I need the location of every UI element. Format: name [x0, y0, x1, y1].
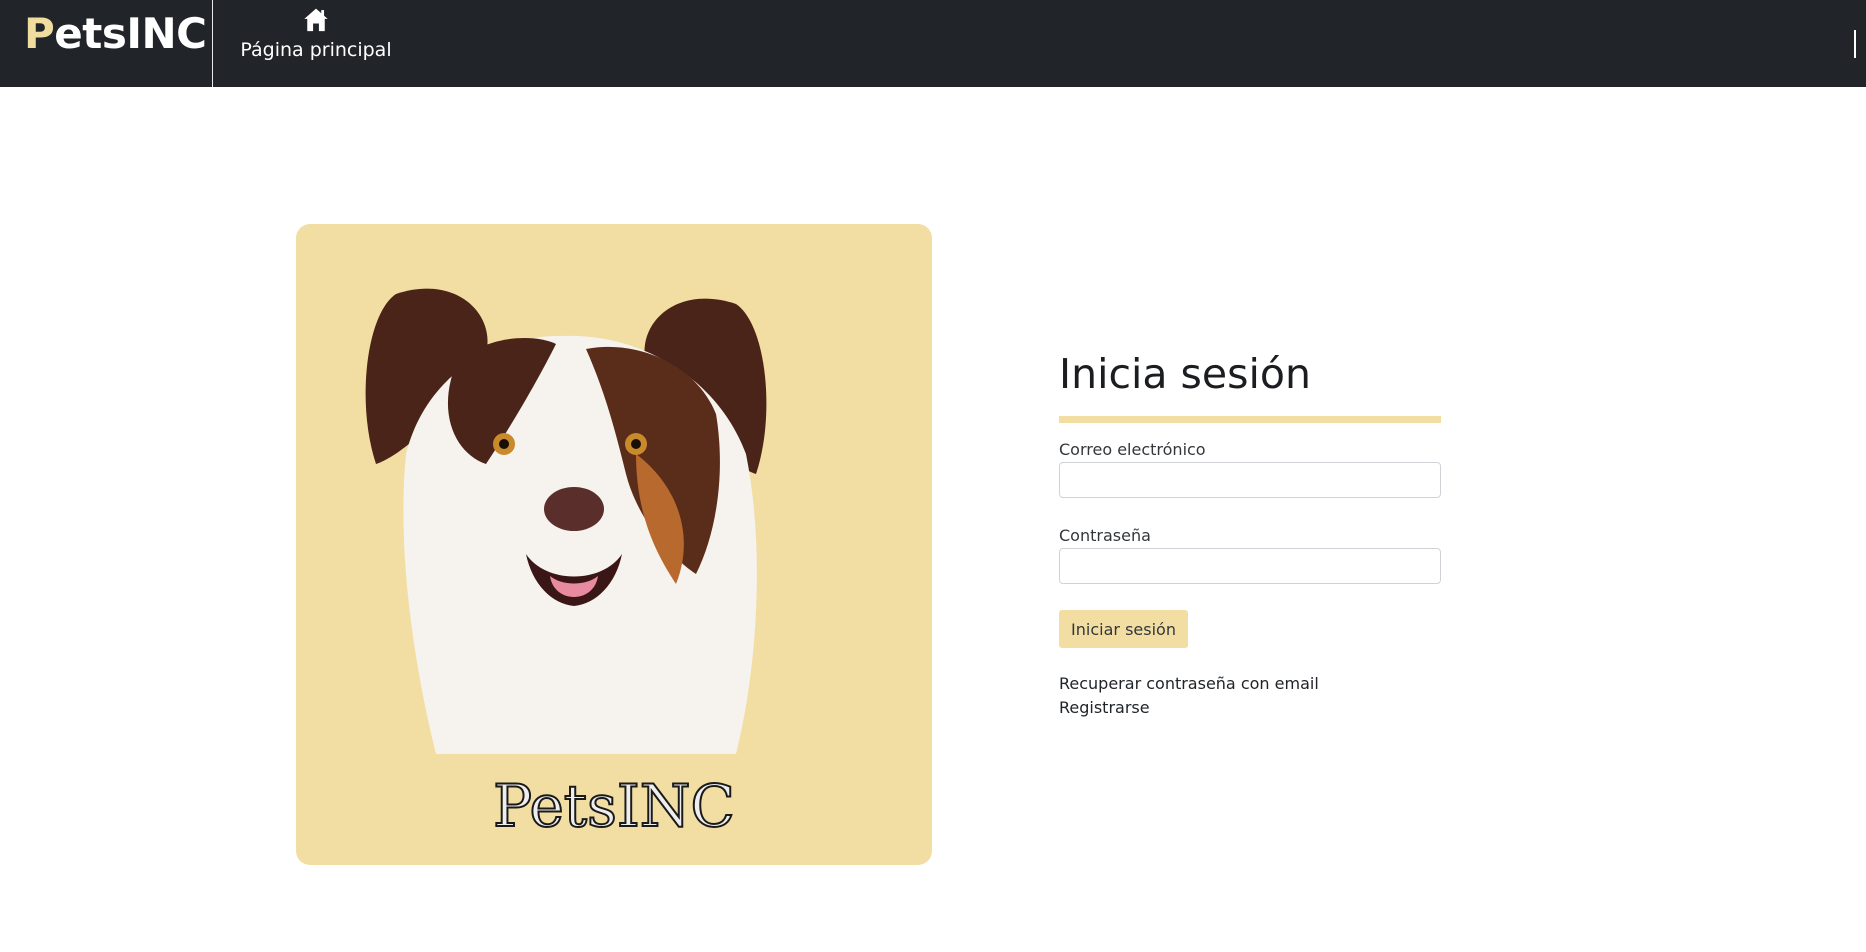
email-label: Correo electrónico	[1059, 440, 1206, 459]
navbar-divider	[212, 0, 213, 87]
password-field[interactable]	[1059, 548, 1441, 584]
title-underline	[1059, 416, 1441, 423]
login-title: Inicia sesión	[1059, 350, 1311, 398]
brand-logo-first-letter: P	[24, 9, 55, 58]
top-navbar: PetsINC Página principal	[0, 0, 1866, 87]
email-field[interactable]	[1059, 462, 1441, 498]
navbar-toggle-edge	[1854, 30, 1856, 58]
dog-portrait-image	[365, 288, 767, 754]
register-link[interactable]: Registrarse	[1059, 698, 1150, 718]
brand-card: PetsINC	[296, 224, 932, 865]
home-icon	[304, 8, 328, 32]
login-button[interactable]: Iniciar sesión	[1059, 610, 1188, 648]
login-form: Inicia sesión Correo electrónico Contras…	[1059, 346, 1441, 717]
brand-logo-rest: etsINC	[54, 9, 207, 58]
brand-logo[interactable]: PetsINC	[24, 6, 207, 62]
card-logo-text: PetsINC	[492, 771, 736, 841]
password-label: Contraseña	[1059, 526, 1151, 545]
nav-home-label: Página principal	[240, 39, 392, 61]
nav-home-link[interactable]: Página principal	[234, 4, 398, 66]
recover-password-link[interactable]: Recuperar contraseña con email	[1059, 674, 1319, 694]
